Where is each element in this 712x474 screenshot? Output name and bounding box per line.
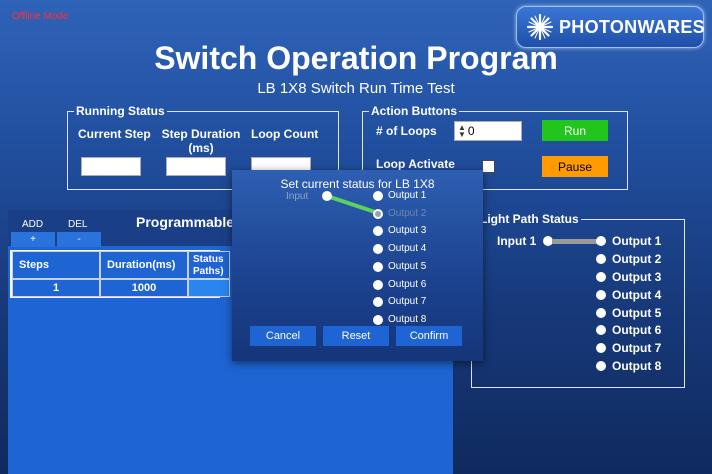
logo-text: PHOTONWARES <box>559 17 705 37</box>
table-row-status-cell[interactable] <box>188 279 230 297</box>
dialog-output-label: Output 8 <box>388 314 427 325</box>
dialog-output-node[interactable] <box>373 297 383 307</box>
dialog-output-label: Output 3 <box>388 225 427 236</box>
dialog-output-node[interactable] <box>373 315 383 325</box>
dialog-output-label: Output 4 <box>388 243 427 254</box>
page-subtitle: LB 1X8 Switch Run Time Test <box>257 80 455 97</box>
duration-column-header: Duration(ms) <box>100 251 188 279</box>
light-path-output-node <box>596 308 606 318</box>
pause-button[interactable]: Pause <box>542 156 608 177</box>
light-path-output-label: Output 2 <box>612 252 662 266</box>
offline-mode-label: Offline Mode <box>12 11 69 22</box>
dialog-output-label: Output 1 <box>388 190 427 201</box>
loop-count-label: Loop Count <box>251 127 319 141</box>
light-path-output-node <box>596 343 606 353</box>
light-path-legend: Light Path Status <box>480 212 579 226</box>
steps-column-header: Steps <box>12 251 100 279</box>
light-path-output-label: Output 4 <box>612 288 662 302</box>
dialog-output-node[interactable] <box>373 244 383 254</box>
run-button[interactable]: Run <box>542 120 608 141</box>
dialog-output-node[interactable] <box>373 280 383 290</box>
dialog-output-node[interactable] <box>373 191 383 201</box>
light-path-output-node <box>596 272 606 282</box>
spin-arrows-icon[interactable]: ▲ ▼ <box>458 124 466 139</box>
loops-value: 0 <box>467 124 475 138</box>
dialog-input-node[interactable] <box>322 191 332 201</box>
dialog-output-node[interactable] <box>373 226 383 236</box>
action-buttons-legend: Action Buttons <box>371 104 457 118</box>
dialog-output-label: Output 7 <box>388 296 427 307</box>
light-path-output-node <box>596 361 606 371</box>
table-row-step-cell[interactable]: 1 <box>12 279 100 297</box>
light-path-output-node <box>596 325 606 335</box>
step-duration-field <box>166 157 226 176</box>
reset-button[interactable]: Reset <box>323 326 389 346</box>
del-label: DEL <box>68 219 88 230</box>
dialog-output-label: Output 6 <box>388 279 427 290</box>
step-duration-label: Step Duration (ms) <box>161 127 241 155</box>
add-label: ADD <box>22 219 44 230</box>
light-path-output-label: Output 3 <box>612 270 662 284</box>
light-path-output-label: Output 1 <box>612 234 662 248</box>
dialog-output-label: Output 2 <box>388 208 427 219</box>
loop-activate-checkbox[interactable] <box>482 160 495 173</box>
status-column-header: Status Paths) <box>188 251 230 279</box>
confirm-button[interactable]: Confirm <box>396 326 462 346</box>
delete-step-button[interactable]: - <box>57 232 101 247</box>
light-path-input-label: Input 1 <box>497 234 537 248</box>
loops-stepper[interactable]: ▲ ▼ 0 <box>454 121 522 141</box>
set-status-dialog: Set current status for LB 1X8 Input Outp… <box>232 170 483 361</box>
programmable-title: Programmable <box>136 214 235 230</box>
add-step-button[interactable]: + <box>11 232 55 247</box>
light-path-output-label: Output 8 <box>612 359 662 373</box>
dialog-output-node-selected[interactable] <box>373 209 383 219</box>
light-path-output-node <box>596 290 606 300</box>
loops-label: # of Loops <box>376 124 437 138</box>
light-path-output-label: Output 5 <box>612 306 662 320</box>
light-path-connection-line <box>552 239 598 244</box>
light-path-output-label: Output 7 <box>612 341 662 355</box>
light-path-output-node <box>596 236 606 246</box>
current-step-label: Current Step <box>78 127 151 141</box>
app-window: Offline Mode PHOTONWARES Switch Operatio… <box>0 0 712 474</box>
current-step-field <box>81 157 141 176</box>
running-status-legend: Running Status <box>76 104 165 118</box>
loop-activate-label: Loop Activate <box>376 157 455 171</box>
light-path-output-label: Output 6 <box>612 323 662 337</box>
light-path-output-node <box>596 254 606 264</box>
starburst-icon <box>527 14 553 40</box>
table-row-duration-cell[interactable]: 1000 <box>100 279 188 297</box>
page-title: Switch Operation Program <box>154 40 558 76</box>
dialog-output-label: Output 5 <box>388 261 427 272</box>
cancel-button[interactable]: Cancel <box>250 326 316 346</box>
dialog-connection-line <box>325 194 380 215</box>
dialog-output-node[interactable] <box>373 262 383 272</box>
